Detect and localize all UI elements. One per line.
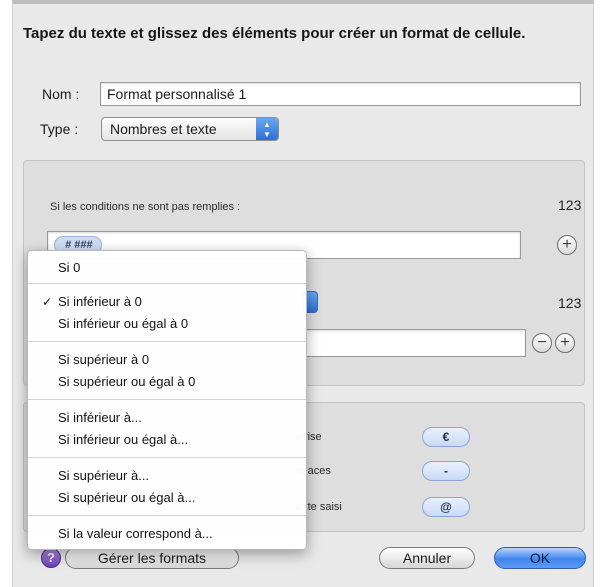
condition-format-field[interactable] <box>304 329 526 357</box>
menu-separator <box>28 399 306 400</box>
add-rule-plus-icon[interactable]: + <box>557 235 577 255</box>
menu-item-label: Si supérieur à... <box>58 468 150 483</box>
default-preview: 123 <box>558 197 582 213</box>
menu-separator <box>28 341 306 342</box>
menu-item-label: Si supérieur ou égal à 0 <box>58 374 196 389</box>
menu-item-label: Si inférieur ou égal à 0 <box>58 316 189 331</box>
menu-item-if-greater-than[interactable]: Si supérieur à... <box>28 467 306 485</box>
remove-rule-minus-icon[interactable]: − <box>532 333 552 353</box>
menu-item-if-less-than[interactable]: Si inférieur à... <box>28 409 306 427</box>
menu-item-if-less-equal-zero[interactable]: Si inférieur ou égal à 0 <box>28 315 306 333</box>
name-label: Nom : <box>42 86 80 102</box>
menu-item-label: Si inférieur ou égal à... <box>58 432 189 447</box>
menu-item-if-value-matches[interactable]: Si la valeur correspond à... <box>28 525 306 543</box>
type-select[interactable]: Nombres et texte ▲ ▼ <box>101 117 279 141</box>
default-condition-label: Si les conditions ne sont pas remplies : <box>50 201 241 213</box>
menu-item-label: Si la valeur correspond à... <box>58 526 213 541</box>
dialog-title: Tapez du texte et glissez des éléments p… <box>23 25 526 42</box>
menu-item-label: Si inférieur à... <box>58 410 142 425</box>
menu-item-label: Si supérieur ou égal à... <box>58 490 196 505</box>
menu-separator <box>28 457 306 458</box>
manage-formats-button[interactable]: Gérer les formats <box>65 547 239 569</box>
type-select-value: Nombres et texte <box>110 121 217 137</box>
currency-token[interactable]: € <box>422 427 470 447</box>
add-rule-plus-icon[interactable]: + <box>555 333 575 353</box>
condition-popup-menu: Si 0 ✓ Si inférieur à 0 Si inférieur ou … <box>27 250 307 550</box>
menu-item-if-less-equal[interactable]: Si inférieur ou égal à... <box>28 431 306 449</box>
menu-item-label: Si 0 <box>58 260 81 275</box>
menu-separator <box>28 515 306 516</box>
cancel-button[interactable]: Annuler <box>379 547 475 569</box>
menu-separator <box>28 283 306 284</box>
menu-item-if-zero[interactable]: Si 0 <box>28 259 306 277</box>
spaces-token[interactable]: - <box>422 461 470 481</box>
menu-item-if-greater-equal[interactable]: Si supérieur ou égal à... <box>28 489 306 507</box>
text-entry-token[interactable]: @ <box>422 497 470 517</box>
menu-item-if-less-than-zero[interactable]: ✓ Si inférieur à 0 <box>28 293 306 311</box>
type-label: Type : <box>40 121 79 137</box>
name-field[interactable]: Format personnalisé 1 <box>100 82 581 106</box>
menu-item-label: Si supérieur à 0 <box>58 352 150 367</box>
second-preview: 123 <box>558 295 582 311</box>
ok-button[interactable]: OK <box>494 547 586 569</box>
chevron-updown-icon: ▲ ▼ <box>256 118 278 140</box>
checkmark-icon: ✓ <box>42 295 53 309</box>
menu-item-label: Si inférieur à 0 <box>58 294 142 309</box>
custom-format-dialog: Tapez du texte et glissez des éléments p… <box>12 0 594 587</box>
menu-item-if-greater-than-zero[interactable]: Si supérieur à 0 <box>28 351 306 369</box>
help-icon[interactable]: ? <box>41 548 61 568</box>
menu-item-if-greater-equal-zero[interactable]: Si supérieur ou égal à 0 <box>28 373 306 391</box>
